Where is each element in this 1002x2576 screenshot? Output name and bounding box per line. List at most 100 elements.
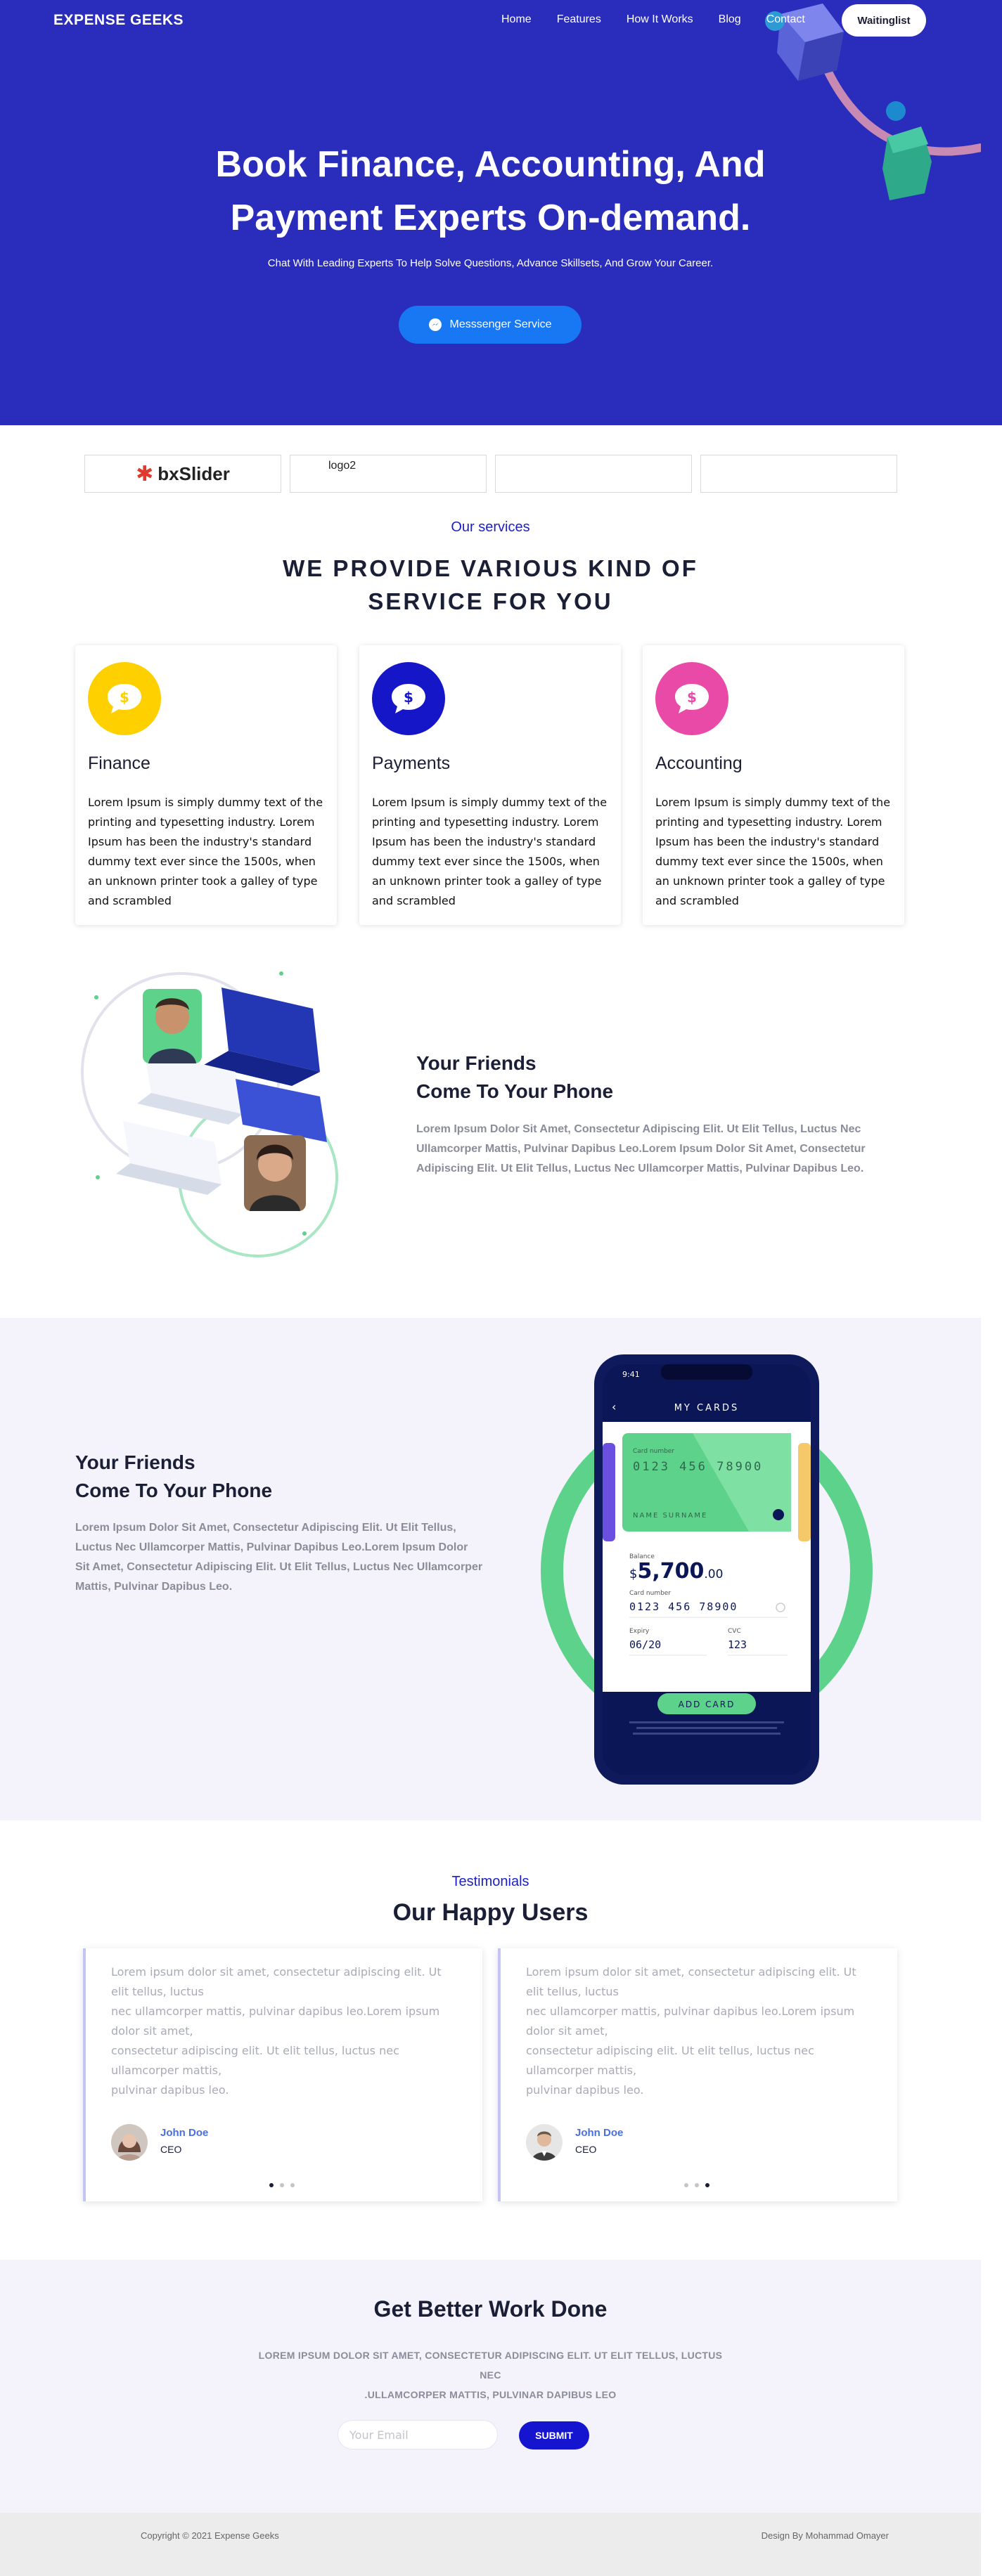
cvc-label: CVC: [728, 1628, 741, 1635]
testimonials-label: Testimonials: [451, 1874, 529, 1889]
testimonials-section: Testimonials Our Happy Users Lorem ipsum…: [0, 1820, 1002, 2260]
footer-copyright: Copyright © 2021 Expense Geeks: [141, 2530, 279, 2541]
waitinglist-button[interactable]: Waitinglist: [842, 4, 926, 37]
expiry-label: Expiry: [629, 1628, 650, 1635]
hero-subtitle: Chat With Leading Experts To Help Solve …: [267, 257, 714, 269]
nav-link-how-it-works[interactable]: How It Works: [627, 13, 693, 26]
quote-line: consectetur adipiscing elit. Ut elit tel…: [111, 2044, 399, 2077]
logo-slide-bxslider[interactable]: ✱ bxSlider: [84, 455, 281, 493]
card-name: NAME SURNAME: [633, 1512, 707, 1520]
nav-link-contact[interactable]: Contact: [766, 13, 805, 26]
balance-currency: $: [629, 1567, 637, 1581]
testimonial-name: John Doe: [575, 2127, 624, 2139]
avatar: [111, 2124, 148, 2161]
logo-slider: ✱ bxSlider logo2: [0, 425, 1002, 510]
services-title: WE PROVIDE VARIOUS KIND OF SERVICE FOR Y…: [0, 552, 981, 618]
cta-text-line-1: LOREM IPSUM DOLOR SIT AMET, CONSECTETUR …: [258, 2350, 723, 2381]
hero-title-line-1: Book Finance, Accounting, And: [215, 144, 766, 185]
messenger-service-label: Messsenger Service: [449, 318, 552, 330]
service-card-title: Accounting: [655, 753, 743, 773]
cta-section: Get Better Work Done LOREM IPSUM DOLOR S…: [0, 2260, 981, 2513]
nav-link-blog[interactable]: Blog: [719, 13, 741, 26]
feature-section-1: Your Friends Come To Your Phone Lorem Ip…: [0, 966, 1002, 1318]
carousel-dot-1[interactable]: [269, 2183, 274, 2187]
carousel-dot-3[interactable]: [705, 2183, 709, 2187]
quote-line: pulvinar dapibus leo.: [526, 2083, 644, 2097]
expiry-value: 06/20: [629, 1638, 661, 1651]
email-input[interactable]: [338, 2420, 498, 2449]
service-card-accounting: $ Accounting Lorem Ipsum is simply dummy…: [643, 645, 904, 925]
carousel-dots: [684, 2183, 716, 2187]
avatar: [526, 2124, 563, 2161]
top-nav: EXPENSE GEEKS Home Features How It Works…: [0, 0, 981, 42]
cta-text-line-2: .ULLAMCORPER MATTIS, PULVINAR DAPIBUS LE…: [364, 2389, 617, 2400]
card-number: 0123 456 78900: [633, 1460, 763, 1474]
phone-screen-title: MY CARDS: [674, 1403, 740, 1413]
logo-slide-4[interactable]: [700, 455, 897, 493]
services-section: Our services WE PROVIDE VARIOUS KIND OF …: [0, 510, 1002, 966]
carousel-dot-3[interactable]: [290, 2183, 295, 2187]
service-card-finance: $ Finance Lorem Ipsum is simply dummy te…: [75, 645, 337, 925]
feature-1-title-line-1: Your Friends: [416, 1052, 537, 1074]
feature-2-title-line-1: Your Friends: [75, 1451, 195, 1473]
dollar-chat-icon: $: [372, 662, 445, 735]
services-title-line-1: WE PROVIDE VARIOUS KIND OF: [283, 555, 698, 581]
svg-text:$: $: [687, 689, 697, 706]
feature-2-title: Your Friends Come To Your Phone: [75, 1449, 272, 1505]
dollar-chat-icon: $: [88, 662, 161, 735]
services-title-line-2: SERVICE FOR YOU: [368, 588, 613, 614]
nav-link-features[interactable]: Features: [557, 13, 601, 26]
testimonial-card: Lorem ipsum dolor sit amet, consectetur …: [83, 1948, 482, 2201]
submit-button[interactable]: SUBMIT: [519, 2421, 589, 2449]
field-card-value: 0123 456 78900: [629, 1600, 738, 1613]
service-card-text: Lorem Ipsum is simply dummy text of the …: [372, 796, 608, 907]
service-card-title: Payments: [372, 753, 451, 773]
add-card-label: ADD CARD: [679, 1700, 736, 1709]
logo-slide-2[interactable]: logo2: [290, 455, 487, 493]
svg-text:$: $: [120, 689, 129, 706]
testimonial-quote: Lorem ipsum dolor sit amet, consectetur …: [111, 1962, 456, 2100]
balance-main: 5,700: [637, 1559, 704, 1584]
service-card-text: Lorem Ipsum is simply dummy text of the …: [88, 796, 323, 907]
service-card-payments: $ Payments Lorem Ipsum is simply dummy t…: [359, 645, 621, 925]
testimonial-role: CEO: [575, 2144, 597, 2155]
phone-wallet-illustration: 9:41 ‹ MY CARDS Card number 0123 456 789…: [541, 1354, 873, 1785]
feature-2-text: Lorem Ipsum Dolor Sit Amet, Consectetur …: [75, 1522, 483, 1593]
field-card-label: Card number: [629, 1590, 671, 1597]
quote-line: Lorem ipsum dolor sit amet, consectetur …: [526, 1965, 856, 1998]
asterisk-logo-icon: ✱: [136, 462, 154, 486]
brand-logo[interactable]: EXPENSE GEEKS: [53, 12, 184, 29]
logo-slide-3[interactable]: [495, 455, 692, 493]
messenger-icon: [428, 318, 442, 331]
hero-section: EXPENSE GEEKS Home Features How It Works…: [0, 0, 1002, 425]
quote-line: pulvinar dapibus leo.: [111, 2083, 229, 2097]
testimonial-card: Lorem ipsum dolor sit amet, consectetur …: [498, 1948, 897, 2201]
feature-section-2: Your Friends Come To Your Phone Lorem Ip…: [0, 1318, 981, 1820]
quote-line: Lorem ipsum dolor sit amet, consectetur …: [111, 1965, 442, 1998]
nav-links: Home Features How It Works Blog Contact: [501, 13, 830, 26]
feature-1-title-line-2: Come To Your Phone: [416, 1080, 614, 1102]
phone-time: 9:41: [622, 1370, 640, 1379]
back-arrow-icon: ‹: [612, 1400, 616, 1413]
people-cards-illustration: [81, 971, 338, 1257]
cta-title: Get Better Work Done: [373, 2296, 608, 2322]
feature-1-text: Lorem Ipsum Dolor Sit Amet, Consectetur …: [416, 1123, 866, 1174]
carousel-dots: [269, 2183, 301, 2187]
card-number-label: Card number: [633, 1448, 674, 1455]
service-card-text: Lorem Ipsum is simply dummy text of the …: [655, 796, 891, 907]
carousel-dot-2[interactable]: [695, 2183, 699, 2187]
carousel-dot-1[interactable]: [684, 2183, 688, 2187]
nav-link-home[interactable]: Home: [501, 13, 532, 26]
services-label: Our services: [451, 519, 530, 535]
footer-credit: Design By Mohammad Omayer: [761, 2530, 889, 2541]
hero-title-line-2: Payment Experts On-demand.: [230, 198, 751, 238]
carousel-dot-2[interactable]: [280, 2183, 284, 2187]
cvc-value: 123: [728, 1638, 747, 1651]
page: EXPENSE GEEKS Home Features How It Works…: [0, 0, 1002, 2576]
service-card-title: Finance: [88, 753, 150, 773]
messenger-service-button[interactable]: Messsenger Service: [399, 306, 582, 344]
dollar-chat-icon: $: [655, 662, 728, 735]
testimonial-quote: Lorem ipsum dolor sit amet, consectetur …: [526, 1962, 871, 2100]
testimonial-name: John Doe: [160, 2127, 209, 2139]
quote-line: nec ullamcorper mattis, pulvinar dapibus…: [526, 2005, 855, 2038]
